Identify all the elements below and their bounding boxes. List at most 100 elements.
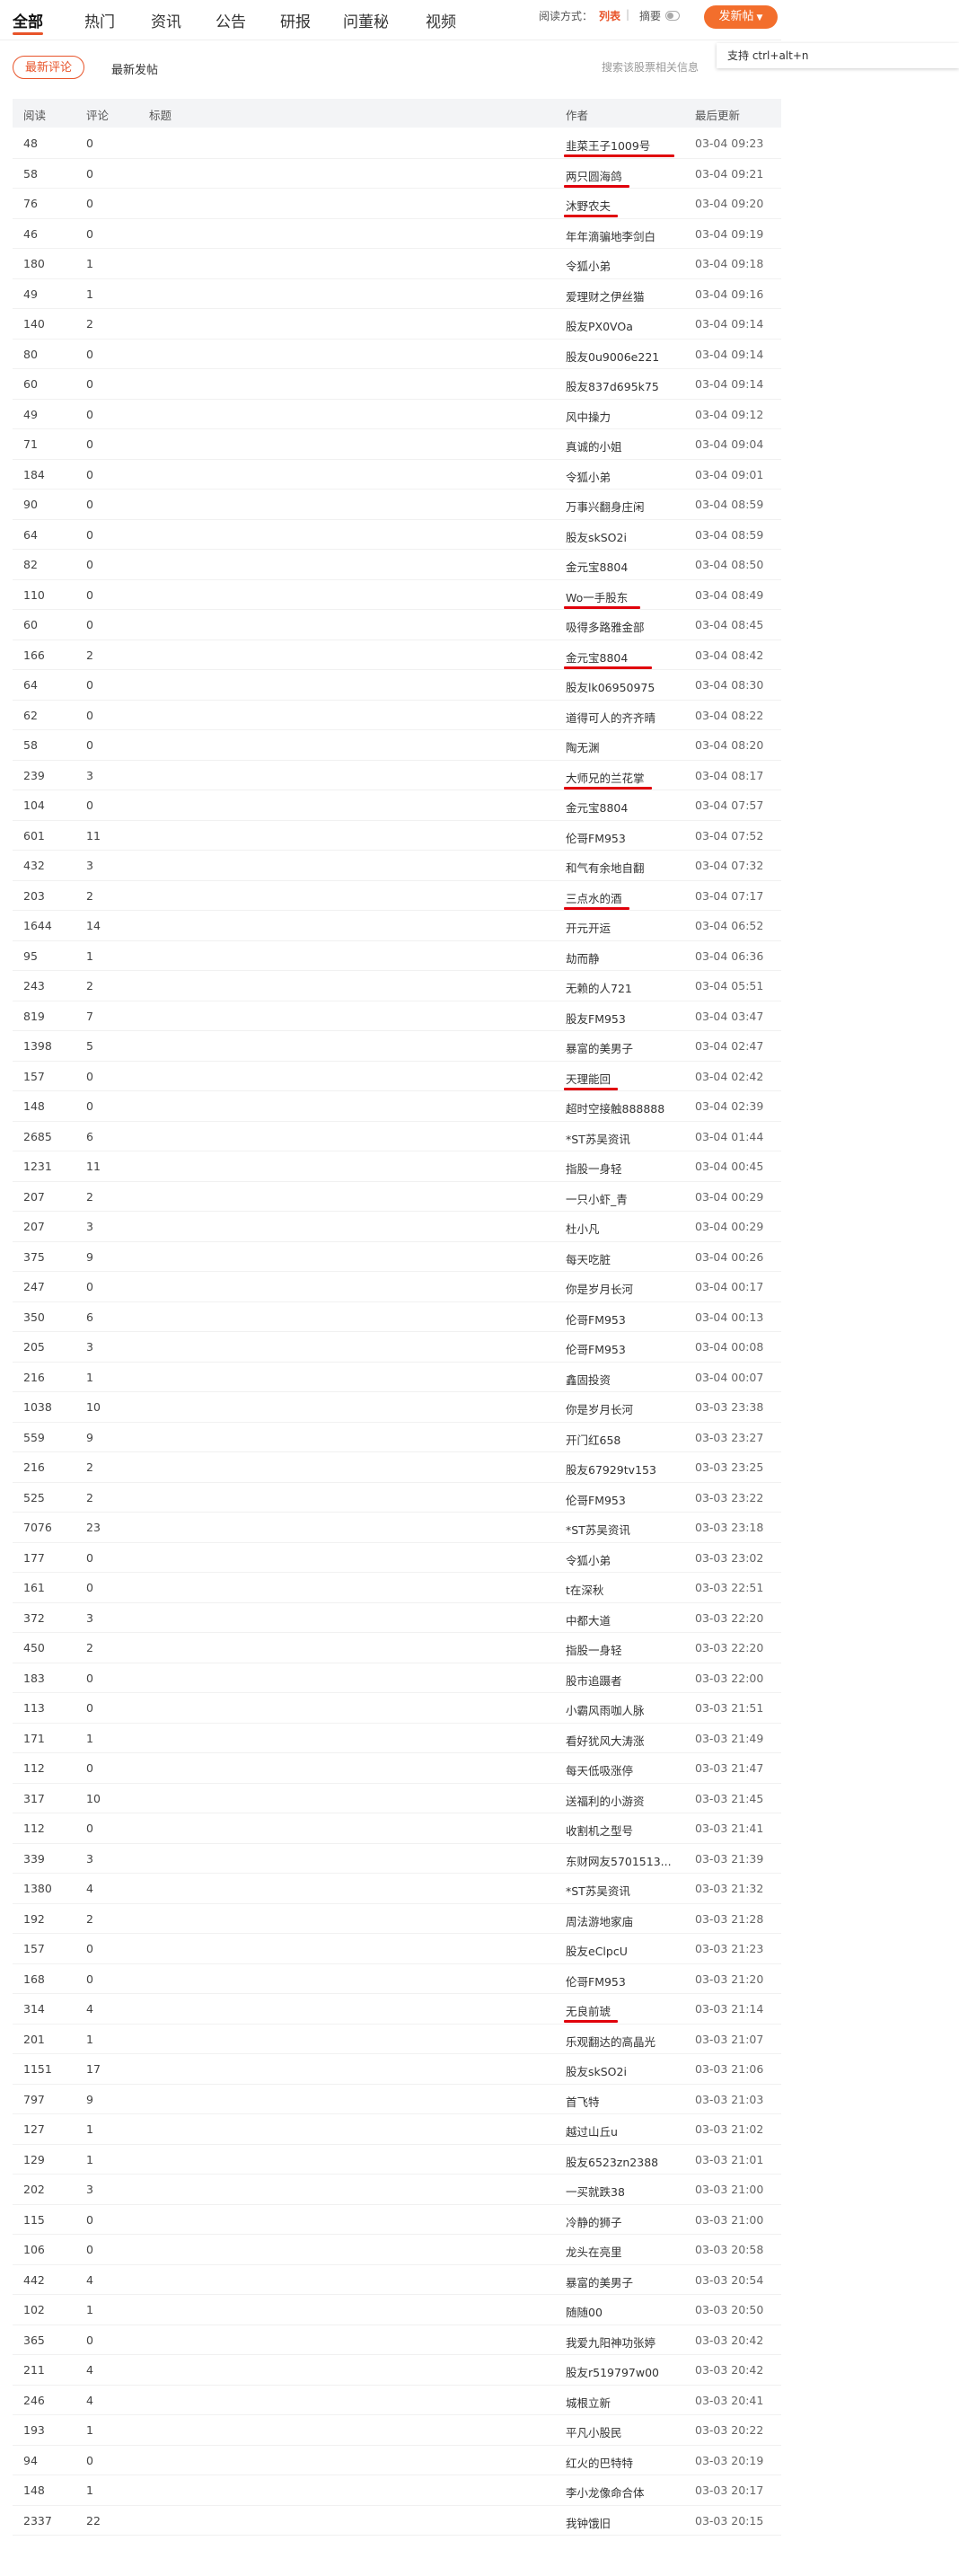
author-link[interactable]: 大师兄的兰花掌 <box>566 769 688 786</box>
table-row[interactable]: 2032地板打满，最后一分钟卸容70万手有什么好怕的三点水的酒03-04 07:… <box>13 881 781 911</box>
table-row[interactable]: 640就怕查出来财务造假啊？这几年？那就坏了？拭目以待吧？股友lk0695097… <box>13 670 781 701</box>
table-row[interactable]: 1610$江苏吴中(SH600200)$t在深秋03-03 22:51 <box>13 1573 781 1603</box>
author-link[interactable]: 周法游地家庙 <box>566 1912 688 1929</box>
author-link[interactable]: 韭菜王子1009号 <box>566 137 688 154</box>
table-row[interactable]: 3393开盘封单的70万股是谁吃掉的？尾盘估计封单20万，会不会也吃...东财网… <box>13 1844 781 1874</box>
author-link[interactable]: 开元开运 <box>566 919 688 936</box>
author-link[interactable]: 我钟饿旧 <box>566 2514 688 2531</box>
author-link[interactable]: 东财网友5701513... <box>566 1852 688 1869</box>
table-row[interactable]: 707623资讯股价跌停！因涉嫌信披违规 江苏吴中被证监会立案调查*ST苏吴资讯… <box>13 1513 781 1543</box>
table-row[interactable]: 1130先跌到1元小霸风雨咖人脉03-03 21:51 <box>13 1693 781 1724</box>
author-link[interactable]: 金元宝8804 <box>566 558 688 575</box>
author-link[interactable]: 伦哥FM953 <box>566 1310 688 1328</box>
table-row[interactable]: 2011但凡第一个板让我出去了，就跟你老死不相来。偏偏你我三个板...乐观翻达的… <box>13 2025 781 2054</box>
author-link[interactable]: 令狐小弟 <box>566 1551 688 1568</box>
author-link[interactable]: 爱理财之伊丝猫 <box>566 287 688 304</box>
author-link[interactable]: 股友PX0VOa <box>566 317 688 334</box>
table-row[interactable]: 1060俯看东方集团的恐慌，也杀一下散户吧。龙头在亮里03-03 20:58 <box>13 2235 781 2265</box>
author-link[interactable]: 指股一身轻 <box>566 1641 688 1658</box>
table-row[interactable]: 5599这么异常的放巨量，明显的主力对敲出货开门红65803-03 23:27 <box>13 1423 781 1452</box>
tab-video[interactable]: 视频 <box>426 9 456 31</box>
author-link[interactable]: 股友67929tv153 <box>566 1460 688 1478</box>
author-link[interactable]: 沐野农夫 <box>566 197 688 214</box>
tab-latest-comments[interactable]: 最新评论 <box>13 56 84 79</box>
author-link[interactable]: 金元宝8804 <box>566 648 688 666</box>
table-row[interactable]: 103810要清楚，今天巨资开板实际上是监管默认的，否则谁敢大岁头上...你是岁… <box>13 1392 781 1423</box>
author-link[interactable]: 风中操力 <box>566 408 688 425</box>
table-row[interactable]: 760伙计们子，摸索伙抄底啊，冲鸭沐野农夫03-04 09:20 <box>13 189 781 219</box>
table-row[interactable]: 900重大利好，在一切不确定的情况下，恐慌盘集体出逃股价大幅下...万事兴翻身庄… <box>13 490 781 520</box>
table-row[interactable]: 490牛鬼蛇神都出来了风中操力03-04 09:12 <box>13 400 781 429</box>
table-row[interactable]: 1481是不是自编自导，一场表表同同的演戏李小龙像命合体03-03 20:17 <box>13 2475 781 2506</box>
table-row[interactable]: 4502今天的酒板拉升应该是公司自救行为，买盘都是上海的，上海一...指股一身轻… <box>13 1633 781 1663</box>
author-link[interactable]: 股市追蹑者 <box>566 1672 688 1689</box>
table-row[interactable]: 940退市不赔做就是要洗底红火的巴特特03-03 20:19 <box>13 2446 781 2475</box>
author-link[interactable]: 杜小凡 <box>566 1220 688 1237</box>
table-row[interactable]: 5252往年但凡要退市的股票，在即将终告退市决定之前，拼命发股权...伦哥FM9… <box>13 1483 781 1513</box>
author-link[interactable]: 伦哥FM953 <box>566 1972 688 1989</box>
table-row[interactable]: 26856资讯连续三个交易日股价累计跌幅超20% 江苏吴中回应经营活...*ST… <box>13 1122 781 1151</box>
author-link[interactable]: 股友837d695k75 <box>566 377 688 394</box>
table-row[interactable]: 1662开盘或文了5亿，今天往上拉涨停板！目标价8元金稳。金元宝880403-0… <box>13 640 781 670</box>
table-row[interactable]: 1291尾盘拉升甚至即跑了？股友6523zn238803-03 21:01 <box>13 2145 781 2175</box>
author-link[interactable]: 股友r519797w00 <box>566 2363 688 2380</box>
table-row[interactable]: 13985公司出公告是为了配合炒新一族游资机构等，通过协议接盘把国...暴富的美… <box>13 1031 781 1062</box>
table-row[interactable]: 1150立案的股没好的下场，眼前东方集团冷静的狮子03-03 21:00 <box>13 2205 781 2235</box>
author-link[interactable]: 股友skSO2i <box>566 528 688 545</box>
author-link[interactable]: 小霸风雨咖人脉 <box>566 1701 688 1718</box>
author-link[interactable]: 真诚的小姐 <box>566 437 688 454</box>
author-link[interactable]: 股友FM953 <box>566 1010 688 1027</box>
table-row[interactable]: 60111实控人自己发文急着说自己没事，真没事会急着告诉各位？让各...伦哥FM… <box>13 821 781 851</box>
tab-hot[interactable]: 热门 <box>84 9 115 31</box>
table-row[interactable]: 1570江苏吴中不是讲故事与违规开举报就跌破一元了！否则怎么会连...股友eCl… <box>13 1934 781 1964</box>
author-link[interactable]: Wo一手股东 <box>566 588 688 605</box>
table-row[interactable]: 1120下一个东方集团收割机之型号03-03 21:41 <box>13 1813 781 1844</box>
table-row[interactable]: 31710这个可以素赌吗？就要退市了送福利的小游资03-03 21:45 <box>13 1784 781 1813</box>
author-link[interactable]: 两只圆海鸽 <box>566 167 688 184</box>
table-row[interactable]: 1931一周热门第一名平凡小股民03-03 20:22 <box>13 2415 781 2446</box>
table-row[interactable]: 800昨天盘中拉跌停发出的一直没有超过10万手，不构成否门而出，...股友0u9… <box>13 340 781 369</box>
table-row[interactable]: 164414今天跑板的资金，明天是要拉高才能出货的。我预测一下，明天...开元开… <box>13 911 781 941</box>
author-link[interactable]: 暴富的美男子 <box>566 2273 688 2290</box>
tab-ask-secretary[interactable]: 问董秘 <box>343 9 389 31</box>
author-link[interactable]: 股友eClpcU <box>566 1942 688 1959</box>
table-row[interactable]: 1830杀个回马枪。。。股市追蹑者03-03 22:00 <box>13 1663 781 1693</box>
author-link[interactable]: 你是岁月长河 <box>566 1280 688 1297</box>
author-link[interactable]: 李小龙像命合体 <box>566 2483 688 2501</box>
table-row[interactable]: 820重大利好，今天会有大收获！金元宝880403-04 08:50 <box>13 550 781 580</box>
table-row[interactable]: 7979好像有点麻烦了，我听天晚上十点往的单都没出去首飞特03-03 21:03 <box>13 2085 781 2114</box>
author-link[interactable]: 指股一身轻 <box>566 1160 688 1177</box>
table-row[interactable]: 1840主力今天可能诱多，我给大家分析下如何操作，减少损失令狐小弟03-04 0… <box>13 460 781 490</box>
table-row[interactable]: 710我满附里捞头救死心今日再次集结一千万资金，十倍杠杆满仓进入真诚的小姐03-… <box>13 429 781 460</box>
author-link[interactable]: 一只小虾_青 <box>566 1190 688 1207</box>
author-link[interactable]: 股友skSO2i <box>566 2062 688 2079</box>
author-link[interactable]: 金元宝8804 <box>566 798 688 816</box>
author-link[interactable]: 送福利的小游资 <box>566 1792 688 1809</box>
table-row[interactable]: 600昨天地板进的，今天吃个涨停我就走，感谢主力。吸得多路雅金部03-04 08… <box>13 610 781 640</box>
table-row[interactable]: 2072进场了，明天反弹没问题吧一只小虾_青03-04 00:29 <box>13 1182 781 1212</box>
author-link[interactable]: 你是岁月长河 <box>566 1400 688 1417</box>
table-row[interactable]: 951这个，能出来就出来吧。劫而静03-04 06:36 <box>13 941 781 971</box>
author-link[interactable]: 收割机之型号 <box>566 1822 688 1839</box>
author-link[interactable]: 三点水的酒 <box>566 889 688 906</box>
author-link[interactable]: 龙头在亮里 <box>566 2243 688 2260</box>
author-link[interactable]: 股友lk06950975 <box>566 678 688 695</box>
table-row[interactable]: 1480开局负十起步，结局全靠打地啥啥超时空接触88888803-04 02:3… <box>13 1091 781 1122</box>
tab-announcements[interactable]: 公告 <box>216 9 246 31</box>
author-link[interactable]: 每天吃脏 <box>566 1250 688 1267</box>
table-row[interactable]: 1770就是在救大股东的融资盘，步着着质押数据令狐小弟03-03 23:02 <box>13 1543 781 1573</box>
table-row[interactable]: 2393今天抄底150万大师兄的兰花掌03-04 08:17 <box>13 761 781 790</box>
table-row[interactable]: 1711只有破板了里面的融资盘才能出来，不然多杀多机构都出不来吓...看好犹风大… <box>13 1724 781 1753</box>
author-link[interactable]: 超时空接触888888 <box>566 1099 688 1116</box>
table-row[interactable]: 31446.54上车的还有机会吗？无良前琥03-03 21:14 <box>13 1994 781 2025</box>
author-link[interactable]: 平凡小股民 <box>566 2423 688 2440</box>
author-link[interactable]: 首飞特 <box>566 2093 688 2110</box>
table-row[interactable]: 1801自己看看质押数据就懂了，如果不拉升，质押数据崩吧股价...令狐小弟03-… <box>13 249 781 279</box>
table-row[interactable]: 4424炒新一族协议接盘快！快行门买跌停协议跑板！力求上榜...暴富的美男子03… <box>13 2265 781 2295</box>
author-link[interactable]: 每天低吸涨停 <box>566 1761 688 1778</box>
table-row[interactable]: 8197这是送股在长期走牛的最后一次洗盘，今年开始医美业绩将会...股友FM95… <box>13 1001 781 1031</box>
author-link[interactable]: 越过山丘u <box>566 2122 688 2139</box>
author-link[interactable]: 中都大道 <box>566 1611 688 1628</box>
table-row[interactable]: 2464跑了的，别忘了去修权平台，好歹试一下，幸运的可以减少...城根立新03-… <box>13 2386 781 2415</box>
table-row[interactable]: 1040今天收盘价7.5元金元宝880403-04 07:57 <box>13 790 781 821</box>
